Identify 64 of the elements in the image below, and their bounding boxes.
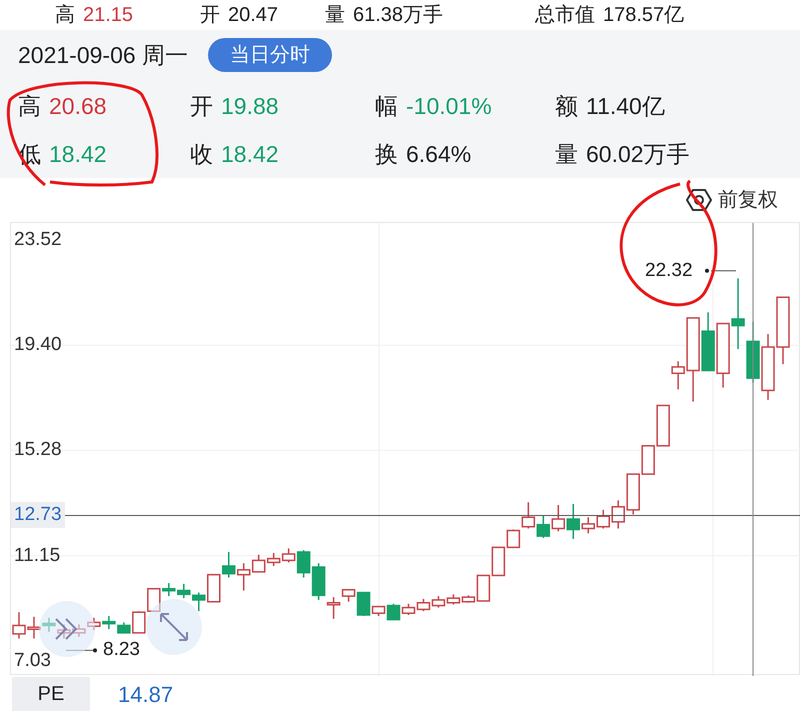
intraday-button[interactable]: 当日分时 [208, 38, 332, 72]
expand-arrows-icon[interactable] [160, 613, 188, 641]
stat-value: 18.42 [49, 140, 107, 169]
stat-label: 换 [375, 140, 398, 169]
candlestick [446, 594, 460, 605]
candlestick [522, 502, 536, 528]
candlestick [177, 584, 191, 598]
candlestick [552, 505, 566, 532]
stat-value: 20.68 [49, 92, 107, 121]
candlestick [536, 515, 550, 538]
max-marker-line [705, 268, 736, 273]
stat-value: 11.40亿 [586, 92, 665, 121]
stat-label: 总市值 [535, 5, 595, 25]
candlestick [716, 322, 730, 388]
min-marker-line [66, 648, 97, 652]
stat-value: 60.02万手 [586, 140, 690, 169]
candlestick [266, 553, 280, 566]
stat-value: 18.42 [221, 140, 279, 169]
stat-label: 收 [190, 140, 213, 169]
double-chevron-icon[interactable] [55, 618, 78, 640]
candlestick [432, 596, 446, 608]
stat-value: 6.64% [406, 140, 472, 169]
candlestick [102, 616, 116, 630]
stat-value: 178.57亿 [603, 5, 684, 25]
candlestick [72, 624, 86, 637]
price-axis-label: 19.40 [14, 334, 62, 356]
max-price-label: 22.32 [645, 258, 693, 283]
stat-value: 19.88 [221, 92, 279, 121]
candlestick [746, 322, 760, 383]
price-axis-label: 23.52 [14, 229, 62, 252]
crosshair-price-label: 12.73 [11, 502, 65, 528]
candlestick [731, 278, 745, 350]
stat-label: 量 [325, 5, 345, 25]
candlestick [57, 624, 71, 638]
price-axis-label: 11.15 [14, 544, 60, 567]
candlestick [641, 445, 655, 475]
stat-label: 高 [18, 92, 41, 121]
candlestick [761, 334, 775, 400]
stat-label: 开 [200, 5, 220, 25]
candlestick [12, 612, 26, 638]
candlestick [701, 312, 715, 372]
stat-value: 20.47 [228, 5, 278, 25]
adjust-mode-label[interactable]: 前复权 [718, 185, 778, 215]
candlestick [776, 296, 790, 364]
price-axis-label: 7.03 [14, 650, 51, 672]
stat-label: 高 [55, 5, 75, 25]
date-label: 2021-09-06 周一 [18, 40, 188, 70]
stat-value: -10.01% [406, 92, 492, 121]
stat-value: 21.15 [83, 5, 134, 25]
candlestick [222, 552, 236, 578]
candlestick [656, 404, 670, 447]
stat-value: 61.38万手 [353, 5, 444, 25]
price-axis-label: 15.28 [14, 439, 62, 462]
min-price-label: 8.23 [103, 638, 140, 662]
candlestick [416, 598, 430, 612]
stat-label: 幅 [375, 92, 398, 121]
settings-icon[interactable] [686, 188, 712, 212]
stat-label: 开 [190, 92, 213, 121]
stat-label: 额 [555, 92, 578, 121]
overlay-button-background[interactable] [146, 599, 202, 655]
indicator-tab[interactable]: PE [12, 677, 90, 711]
stat-label: 量 [555, 140, 578, 169]
candlestick [87, 618, 101, 630]
indicator-value: 14.87 [118, 680, 174, 708]
